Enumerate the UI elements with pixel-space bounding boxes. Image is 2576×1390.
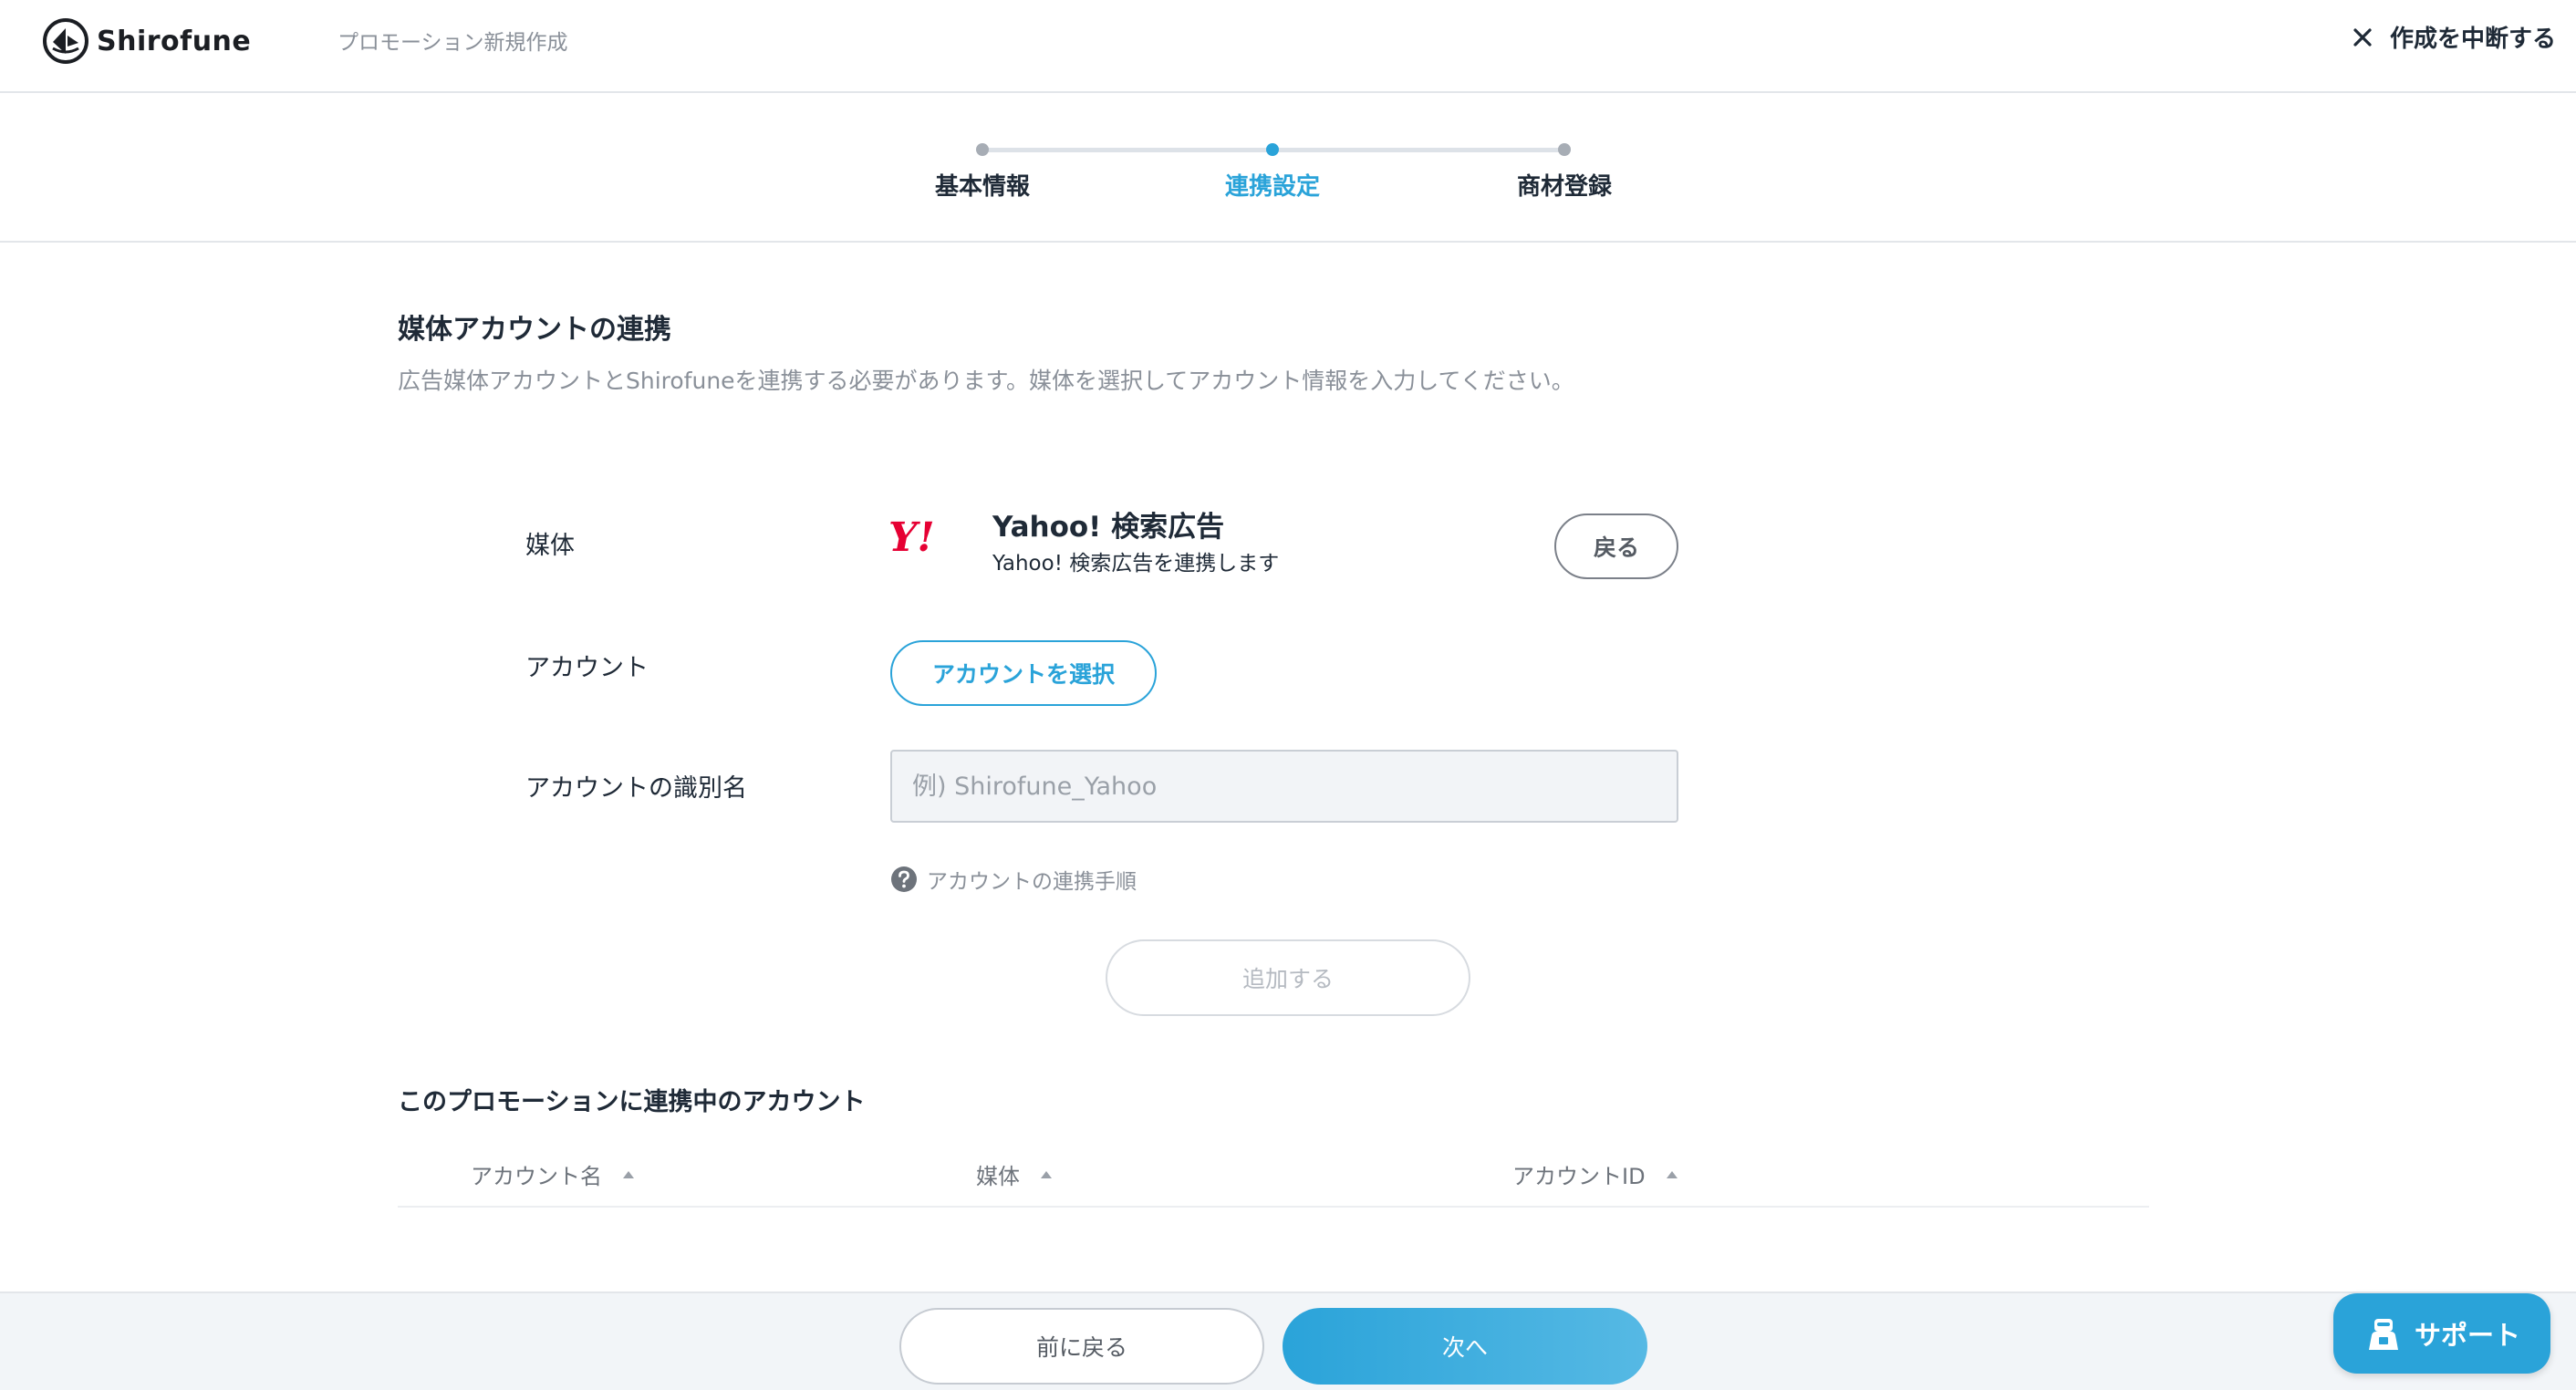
close-icon xyxy=(2353,27,2372,47)
app-root: Shirofune プロモーション新規作成 作成を中断する 基本情報 連携設定 … xyxy=(0,0,2576,1390)
progress-stepper: 基本情報 連携設定 商材登録 xyxy=(0,93,2576,243)
account-link-help-link[interactable]: アカウントの連携手順 xyxy=(890,864,1137,895)
step-label-link-settings: 連携設定 xyxy=(1224,173,1320,201)
footer-bar: 前に戻る 次へ xyxy=(0,1291,2576,1390)
step-connector xyxy=(982,148,1272,152)
next-button[interactable]: 次へ xyxy=(1283,1308,1647,1385)
step-dot-link-settings xyxy=(1266,143,1279,156)
step-label-product-registration: 商材登録 xyxy=(1516,173,1612,201)
step-connector xyxy=(1272,148,1564,152)
question-circle-icon xyxy=(891,866,917,892)
column-header-label: 媒体 xyxy=(976,1164,1020,1189)
linked-accounts-table-header: アカウント名 媒体 アカウントID xyxy=(398,1138,2149,1208)
logo[interactable]: Shirofune xyxy=(42,16,251,66)
support-label: サポート xyxy=(2414,1320,2520,1351)
header: Shirofune プロモーション新規作成 作成を中断する xyxy=(0,0,2576,93)
select-account-button[interactable]: アカウントを選択 xyxy=(890,640,1157,706)
logo-text: Shirofune xyxy=(97,25,252,57)
column-header-media[interactable]: 媒体 xyxy=(976,1158,1053,1190)
previous-button[interactable]: 前に戻る xyxy=(899,1308,1264,1385)
sort-ascending-icon xyxy=(623,1170,634,1178)
shirofune-logo-icon xyxy=(43,18,88,64)
sort-ascending-icon xyxy=(1041,1170,1052,1178)
abort-creation-button[interactable]: 作成を中断する xyxy=(2352,20,2556,54)
media-name: Yahoo! 検索広告 xyxy=(992,511,1225,544)
column-header-label: アカウントID xyxy=(1512,1164,1646,1189)
step-dot-product-registration xyxy=(1558,143,1571,156)
column-header-account-name[interactable]: アカウント名 xyxy=(471,1158,635,1190)
media-back-button[interactable]: 戻る xyxy=(1554,513,1678,579)
step-dot-basic-info xyxy=(976,143,989,156)
step-label-basic-info: 基本情報 xyxy=(934,173,1030,201)
column-header-account-id[interactable]: アカウントID xyxy=(1512,1158,1678,1190)
column-header-label: アカウント名 xyxy=(471,1164,602,1189)
media-label: 媒体 xyxy=(525,532,575,560)
yahoo-logo-icon: Y! xyxy=(888,516,935,556)
sort-ascending-icon xyxy=(1666,1170,1678,1178)
add-button[interactable]: 追加する xyxy=(1106,939,1470,1016)
section-description: 広告媒体アカウントとShirofuneを連携する必要があります。媒体を選択してア… xyxy=(398,368,1574,394)
account-label: アカウント xyxy=(525,654,649,682)
support-agent-icon xyxy=(2368,1319,2398,1350)
page-title: プロモーション新規作成 xyxy=(338,31,568,55)
svg-text:Y!: Y! xyxy=(888,516,935,556)
support-button[interactable]: サポート xyxy=(2333,1293,2550,1374)
account-name-label: アカウントの識別名 xyxy=(525,774,747,803)
abort-label: 作成を中断する xyxy=(2389,26,2556,53)
help-label: アカウントの連携手順 xyxy=(927,870,1137,894)
media-description: Yahoo! 検索広告を連携します xyxy=(992,552,1280,576)
account-name-input[interactable] xyxy=(890,750,1678,823)
section-title: 媒体アカウントの連携 xyxy=(398,314,671,346)
linked-accounts-title: このプロモーションに連携中のアカウント xyxy=(398,1088,866,1116)
